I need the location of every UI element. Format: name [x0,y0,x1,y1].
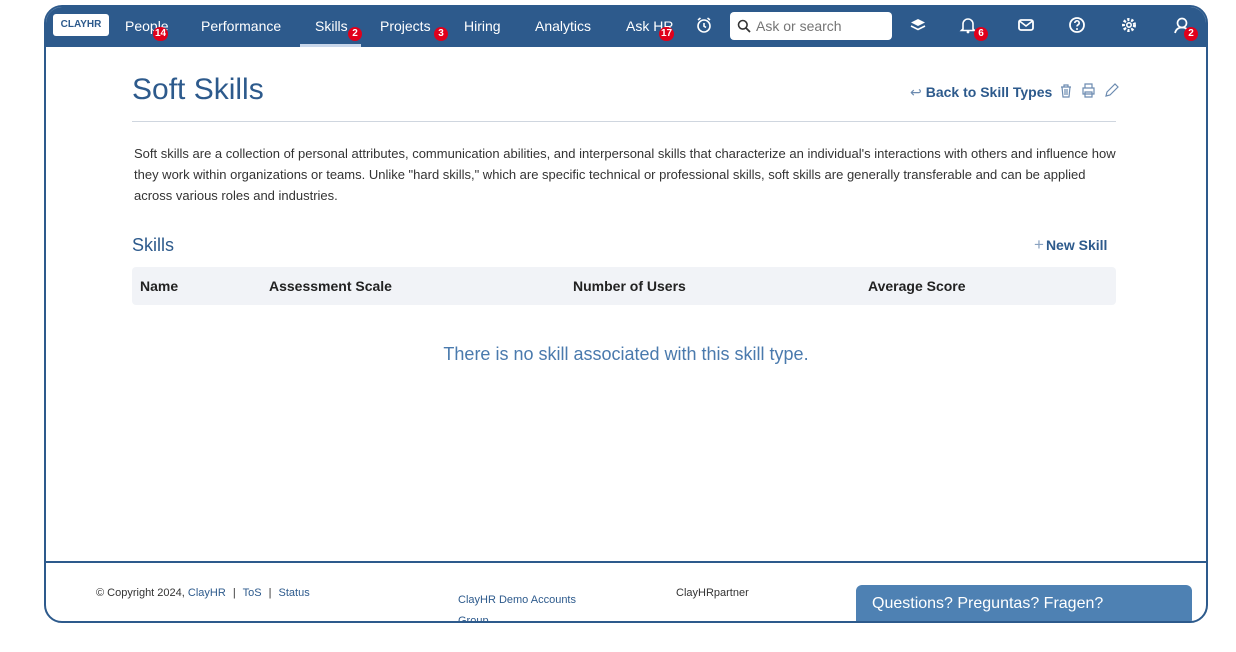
nav-projects-label: Projects [380,18,431,34]
nav-projects[interactable]: Projects 3 [380,7,448,47]
nav-hiring-label: Hiring [464,18,501,34]
footer-separator: | [268,587,272,599]
account-group-line1: ClayHR Demo Accounts [458,594,576,606]
nav-hiring[interactable]: Hiring [464,7,501,47]
footer-partner: ClayHRpartner [676,587,749,599]
column-header-average-score[interactable]: Average Score [868,267,966,305]
tos-link[interactable]: ToS [243,587,262,599]
empty-state-message: There is no skill associated with this s… [443,344,809,364]
clayhr-logo[interactable]: CLAYHR [53,14,109,36]
trash-icon[interactable] [1059,84,1077,102]
layers-icon[interactable] [908,16,928,39]
title-divider [132,121,1116,122]
notifications-badge: 6 [974,27,988,41]
new-skill-button[interactable]: + New Skill [1034,235,1107,255]
skills-badge: 2 [348,27,362,41]
mail-icon[interactable] [1016,16,1036,39]
clayhr-footer-link[interactable]: ClayHR [188,587,226,599]
back-arrow-icon: ↩ [910,84,922,100]
footer-account-group[interactable]: ClayHR Demo Accounts Group [458,590,576,623]
copyright-text: © Copyright 2024, [96,587,185,599]
ask-hr-badge: 17 [659,27,675,41]
footer-separator: | [232,587,236,599]
gear-icon[interactable] [1119,16,1139,39]
nav-skills[interactable]: Skills 2 [300,7,362,47]
nav-skills-label: Skills [315,18,348,34]
profile-badge: 2 [1184,27,1198,41]
page-actions [1059,83,1120,102]
nav-performance-label: Performance [201,18,282,34]
nav-people[interactable]: People 14 [125,7,169,47]
status-link[interactable]: Status [279,587,310,599]
column-header-assessment-scale[interactable]: Assessment Scale [269,267,392,305]
back-link-label: Back to Skill Types [925,84,1053,100]
nav-analytics-label: Analytics [535,18,592,34]
help-icon[interactable] [1067,16,1087,39]
plus-icon: + [1034,235,1044,254]
people-badge: 14 [153,27,169,41]
back-to-skill-types-link[interactable]: ↩ Back to Skill Types [910,84,1052,101]
nav-ask-hr[interactable]: Ask HR 17 [626,7,675,47]
nav-performance[interactable]: Performance [201,7,281,47]
app-window: CLAYHR People 14 Performance Skills 2 Pr… [44,5,1208,623]
print-icon[interactable] [1081,83,1100,102]
search-input[interactable] [754,17,888,35]
questions-chat-widget[interactable]: Questions? Preguntas? Fragen? [856,585,1192,621]
alarm-clock-icon[interactable] [694,16,714,39]
new-skill-label: New Skill [1045,237,1108,253]
skills-section-title: Skills [132,235,175,255]
top-navigation-bar: CLAYHR People 14 Performance Skills 2 Pr… [46,7,1206,47]
skills-table-header: Name Assessment Scale Number of Users Av… [132,267,1116,305]
footer-divider [46,561,1206,563]
projects-badge: 3 [434,27,448,41]
footer-copyright: © Copyright 2024, ClayHR | ToS | Status [96,587,310,599]
column-header-name[interactable]: Name [140,267,178,305]
column-header-number-of-users[interactable]: Number of Users [573,267,686,305]
page-title: Soft Skills [132,73,264,106]
account-group-line2: Group [458,615,489,623]
skill-type-description: Soft skills are a collection of personal… [134,146,1116,203]
edit-pencil-icon[interactable] [1104,83,1120,102]
search-box[interactable] [730,12,892,40]
search-icon [737,19,751,33]
nav-analytics[interactable]: Analytics [535,7,591,47]
